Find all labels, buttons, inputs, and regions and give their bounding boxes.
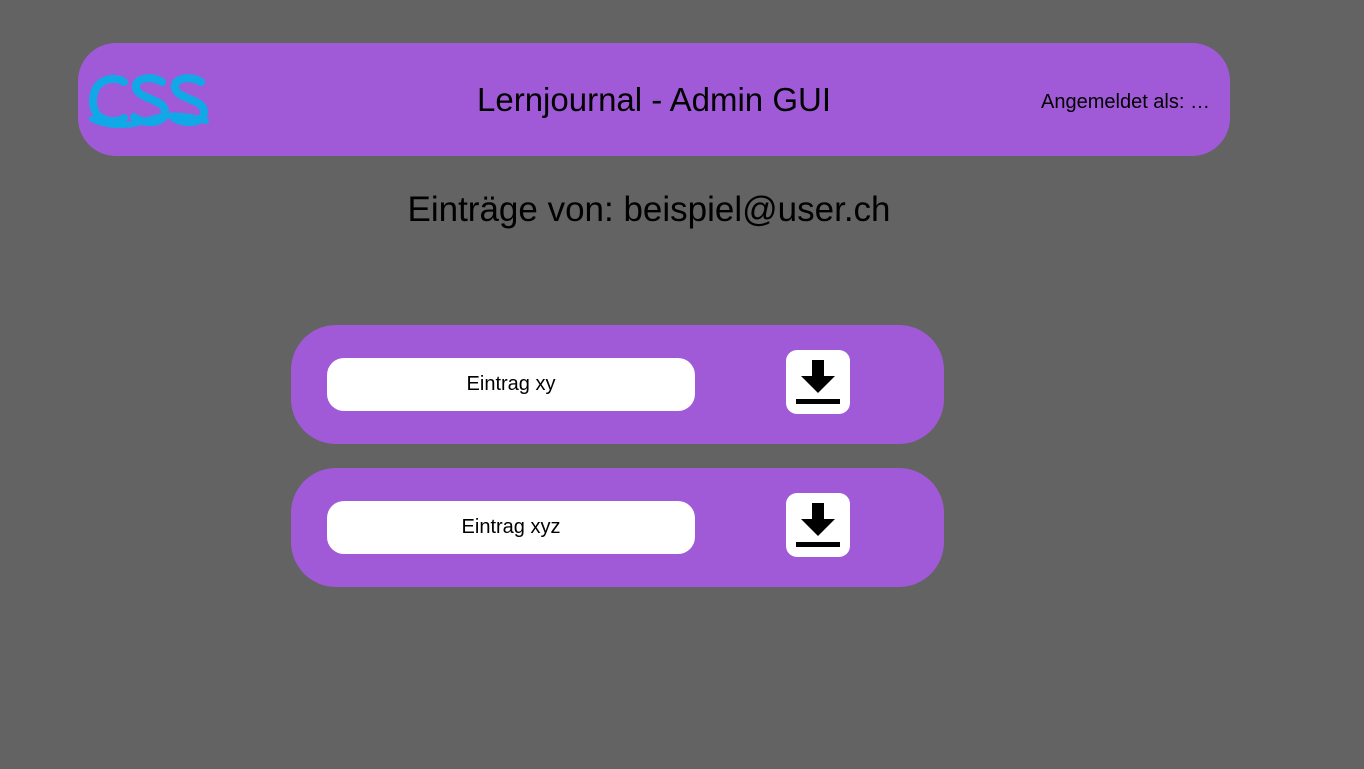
entry-row: Eintrag xyz: [291, 468, 944, 587]
header-bar: Lernjournal - Admin GUI Angemeldet als: …: [78, 43, 1230, 156]
entry-name-button[interactable]: Eintrag xy: [327, 358, 695, 411]
entry-name-button[interactable]: Eintrag xyz: [327, 501, 695, 554]
download-button[interactable]: [786, 350, 850, 414]
download-icon: [796, 503, 840, 547]
download-button[interactable]: [786, 493, 850, 557]
logged-in-user-label[interactable]: Angemeldet als: …: [1041, 90, 1210, 114]
entries-heading: Einträge von: beispiel@user.ch: [407, 190, 891, 229]
entry-row: Eintrag xy: [291, 325, 944, 444]
download-icon: [796, 360, 840, 404]
